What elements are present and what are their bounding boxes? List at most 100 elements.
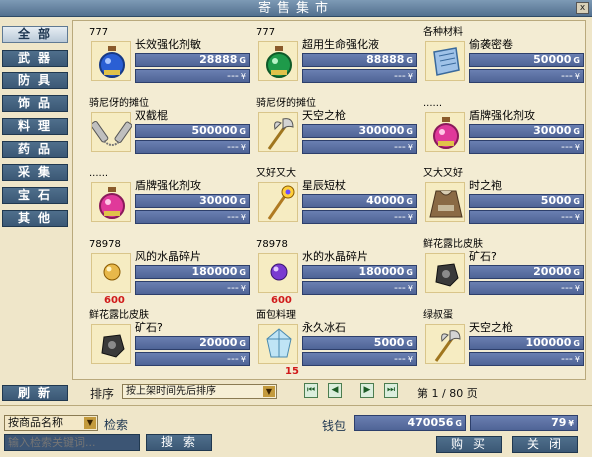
category-armor[interactable]: 防具 — [2, 72, 68, 89]
item-icon-slot[interactable] — [425, 112, 465, 152]
chevron-down-icon: ▼ — [263, 386, 275, 397]
wallet-gold: 470056 G — [354, 415, 466, 431]
ice-crystal-icon — [266, 328, 292, 358]
price-gold: 20000 G — [469, 265, 584, 279]
item-icon-slot[interactable] — [91, 41, 131, 81]
item-icon-slot[interactable] — [258, 182, 298, 222]
search-label: 检索 — [104, 418, 129, 432]
listing-item[interactable]: 78978 600 风的水晶碎片 180000 G --- ¥ — [87, 239, 250, 307]
price-gold: 300000 G — [302, 124, 417, 138]
item-icon-slot[interactable] — [258, 112, 298, 152]
seller-name: 骑尼伢的摊位 — [256, 98, 316, 109]
sort-label: 排序 — [90, 387, 115, 401]
price-gold: 20000 G — [135, 336, 250, 350]
item-name: 风的水晶碎片 — [135, 250, 201, 263]
category-gathering[interactable]: 采集 — [2, 164, 68, 181]
item-name: 永久冰石 — [302, 321, 346, 334]
price-gold: 30000 G — [135, 194, 250, 208]
prev-page-button[interactable]: ◀ — [328, 383, 342, 398]
price-yen: --- ¥ — [469, 210, 584, 224]
listing-item[interactable]: 又好又大 星辰短杖 40000 G --- ¥ — [254, 168, 417, 236]
category-gem[interactable]: 宝石 — [2, 187, 68, 204]
seller-name: 鲜花露比皮肤 — [89, 310, 149, 321]
category-cooking[interactable]: 料理 — [2, 118, 68, 135]
item-icon-slot[interactable] — [425, 182, 465, 222]
seller-name: 骑尼伢的摊位 — [89, 98, 149, 109]
search-type-select[interactable]: 按商品名称 ▼ — [4, 415, 98, 431]
item-name: 盾牌强化剂攻 — [135, 179, 201, 192]
listing-item[interactable]: ...... 盾牌强化剂攻 30000 G --- ¥ — [87, 168, 250, 236]
item-name: 矿石? — [469, 250, 497, 263]
listing-item[interactable]: 777 超用生命强化液 88888 G --- ¥ — [254, 27, 417, 95]
item-icon-slot[interactable] — [425, 253, 465, 293]
item-name: 天空之枪 — [302, 109, 346, 122]
item-name: 天空之枪 — [469, 321, 513, 334]
listing-item[interactable]: 面包料理 15 永久冰石 5000 G --- ¥ — [254, 310, 417, 378]
blue-potion-icon — [99, 46, 125, 78]
listing-item[interactable]: 又大又好 时之袍 5000 G --- ¥ — [421, 168, 584, 236]
item-icon-slot[interactable] — [425, 324, 465, 364]
last-page-button[interactable]: ⏭ — [384, 383, 398, 398]
price-gold: 88888 G — [302, 53, 417, 67]
gold-orb-icon — [103, 263, 121, 281]
price-gold: 180000 G — [135, 265, 250, 279]
wallet-label: 钱包 — [322, 419, 347, 433]
listing-item[interactable]: 鲜花露比皮肤 矿石? 20000 G --- ¥ — [87, 310, 250, 378]
seller-name: 777 — [89, 27, 109, 38]
item-name: 超用生命强化液 — [302, 38, 379, 51]
item-icon-slot[interactable]: 600 — [258, 253, 298, 306]
price-yen: --- ¥ — [469, 69, 584, 83]
sort-select[interactable]: 按上架时间先后排序 ▼ — [122, 384, 277, 399]
pink-potion-icon — [433, 117, 459, 149]
price-yen: --- ¥ — [302, 69, 417, 83]
window-title-bar: 寄售集市 x — [0, 0, 592, 17]
price-gold: 50000 G — [469, 53, 584, 67]
quantity-label: 600 — [271, 295, 292, 306]
refresh-button[interactable]: 刷新 — [2, 385, 68, 401]
item-icon-slot[interactable] — [91, 182, 131, 222]
category-accessory[interactable]: 饰品 — [2, 95, 68, 112]
seller-name: ...... — [89, 168, 109, 179]
item-icon-slot[interactable] — [258, 41, 298, 81]
search-input[interactable] — [4, 434, 140, 451]
search-button[interactable]: 搜索 — [146, 434, 212, 451]
price-gold: 100000 G — [469, 336, 584, 350]
item-icon-slot[interactable]: 15 — [258, 324, 299, 377]
listing-item[interactable]: 78978 600 水的水晶碎片 180000 G --- ¥ — [254, 239, 417, 307]
listing-item[interactable]: 鲜花露比皮肤 矿石? 20000 G --- ¥ — [421, 239, 584, 307]
category-all[interactable]: 全部 — [2, 26, 68, 43]
window-title: 寄售集市 — [257, 1, 334, 16]
price-gold: 40000 G — [302, 194, 417, 208]
price-yen: --- ¥ — [302, 210, 417, 224]
first-page-button[interactable]: ⏮ — [304, 383, 318, 398]
listing-item[interactable]: 绿叔蛋 天空之枪 100000 G --- ¥ — [421, 310, 584, 378]
next-page-button[interactable]: ▶ — [360, 383, 374, 398]
price-yen: --- ¥ — [469, 140, 584, 154]
item-icon-slot[interactable] — [91, 324, 131, 364]
listing-item[interactable]: ...... 盾牌强化剂攻 30000 G --- ¥ — [421, 98, 584, 166]
price-yen: --- ¥ — [302, 352, 417, 366]
close-button[interactable]: 关闭 — [512, 436, 578, 453]
price-gold: 30000 G — [469, 124, 584, 138]
category-weapon[interactable]: 武器 — [2, 50, 68, 67]
listing-item[interactable]: 各种材料 偷袭密卷 50000 G --- ¥ — [421, 27, 584, 95]
close-window-button[interactable]: x — [576, 2, 589, 14]
ore-icon — [435, 263, 459, 287]
listing-item[interactable]: 777 长效强化剂敏 28888 G --- ¥ — [87, 27, 250, 95]
category-other[interactable]: 其他 — [2, 210, 68, 227]
ore-icon — [101, 334, 125, 358]
quantity-label: 15 — [285, 366, 299, 377]
category-medicine[interactable]: 药品 — [2, 141, 68, 158]
item-name: 水的水晶碎片 — [302, 250, 368, 263]
seller-name: 777 — [256, 27, 276, 38]
item-icon-slot[interactable] — [90, 112, 133, 152]
buy-button[interactable]: 购买 — [436, 436, 502, 453]
item-icon-slot[interactable] — [425, 41, 465, 81]
listing-item[interactable]: 骑尼伢的摊位 双截棍 500000 G --- ¥ — [87, 98, 250, 166]
price-yen: --- ¥ — [469, 352, 584, 366]
sort-pagination-bar: 排序 按上架时间先后排序 ▼ ⏮ ◀ ▶ ⏭ 第 1 / 80 页 — [72, 383, 586, 401]
nunchaku-icon — [90, 120, 133, 146]
scroll-icon — [433, 47, 460, 76]
listing-item[interactable]: 骑尼伢的摊位 天空之枪 300000 G --- ¥ — [254, 98, 417, 166]
item-icon-slot[interactable]: 600 — [91, 253, 131, 306]
